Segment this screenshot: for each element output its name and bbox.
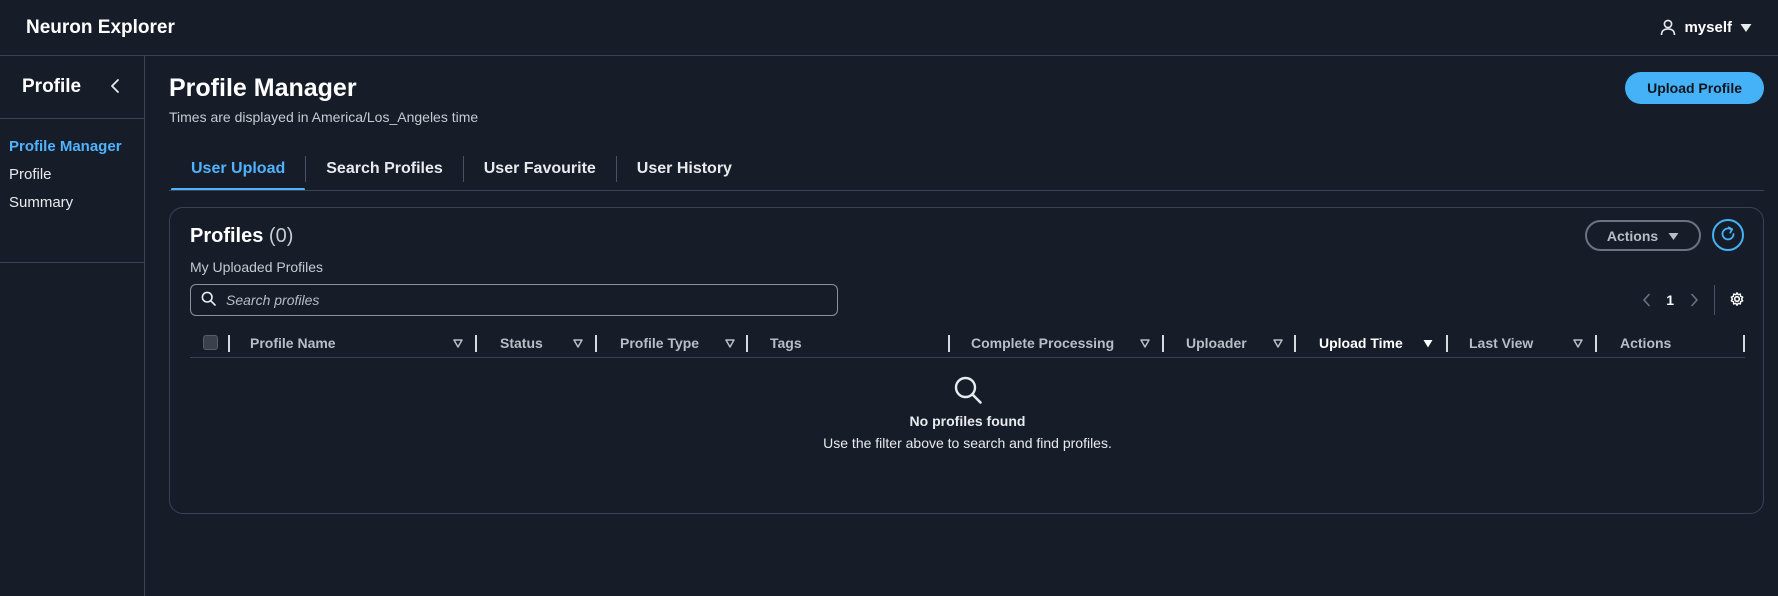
sidebar: Profile Profile Manager Profile Summary	[0, 56, 145, 596]
timezone-note: Times are displayed in America/Los_Angel…	[169, 109, 479, 125]
sort-icon[interactable]	[1273, 328, 1283, 358]
collapse-sidebar-icon[interactable]	[110, 78, 120, 97]
search-icon	[170, 375, 1765, 405]
column-header-actions: Actions	[1620, 328, 1671, 358]
refresh-button[interactable]	[1712, 219, 1744, 251]
gear-icon	[1729, 291, 1745, 310]
column-header-profile-name[interactable]: Profile Name	[250, 328, 336, 358]
pagination: 1	[1634, 285, 1749, 315]
sort-icon[interactable]	[1140, 328, 1150, 358]
search-field[interactable]	[190, 284, 838, 316]
page-title: Profile Manager	[169, 74, 357, 102]
column-header-complete-processing[interactable]: Complete Processing	[971, 328, 1114, 358]
search-icon	[201, 291, 216, 309]
sidebar-title: Profile	[22, 76, 82, 97]
user-menu[interactable]: myself	[1660, 19, 1752, 36]
column-header-tags[interactable]: Tags	[770, 328, 802, 358]
sort-icon[interactable]	[573, 328, 583, 358]
caret-down-icon	[1668, 228, 1679, 244]
profiles-count: (0)	[268, 225, 294, 247]
column-divider	[1446, 335, 1448, 352]
column-label: Actions	[1620, 335, 1672, 351]
select-all-checkbox[interactable]	[203, 335, 218, 350]
column-divider	[1294, 335, 1296, 352]
tab-user-upload[interactable]: User Upload	[171, 149, 306, 191]
search-input[interactable]	[226, 292, 826, 308]
sidebar-item-profile-manager[interactable]: Profile Manager	[9, 133, 144, 161]
column-divider	[1595, 335, 1597, 352]
table-settings-button[interactable]	[1725, 288, 1749, 312]
column-divider	[1743, 335, 1745, 352]
tab-user-favourite[interactable]: User Favourite	[464, 149, 616, 189]
column-label: Tags	[770, 335, 802, 351]
actions-dropdown-button[interactable]: Actions	[1585, 220, 1701, 251]
refresh-icon	[1719, 225, 1737, 246]
sidebar-header: Profile	[0, 56, 144, 119]
column-label: Profile Type	[620, 335, 700, 351]
column-label: Profile Name	[250, 335, 336, 351]
sidebar-nav: Profile Manager Profile Summary	[0, 119, 144, 263]
sort-desc-icon[interactable]	[1423, 328, 1433, 358]
profiles-subtitle: My Uploaded Profiles	[190, 259, 324, 275]
app-title: Neuron Explorer	[26, 16, 175, 38]
profiles-panel: Profiles (0) My Uploaded Profiles Action…	[169, 207, 1764, 514]
column-label: Uploader	[1186, 335, 1247, 351]
current-page-number[interactable]: 1	[1658, 292, 1682, 308]
sort-icon[interactable]	[453, 328, 463, 358]
profiles-title: Profiles	[190, 225, 264, 247]
user-icon	[1660, 19, 1676, 36]
column-divider	[595, 335, 597, 352]
column-divider	[475, 335, 477, 352]
previous-page-button[interactable]	[1634, 288, 1658, 312]
tabs-underline	[169, 190, 1764, 191]
column-header-uploader[interactable]: Uploader	[1186, 328, 1247, 358]
profiles-heading: Profiles (0)	[190, 225, 293, 248]
top-bar: Neuron Explorer myself	[0, 0, 1778, 56]
sort-icon[interactable]	[1573, 328, 1583, 358]
empty-state: No profiles found Use the filter above t…	[170, 375, 1765, 451]
upload-profile-button[interactable]: Upload Profile	[1625, 72, 1764, 104]
column-header-status[interactable]: Status	[500, 328, 543, 358]
tab-user-history[interactable]: User History	[617, 149, 752, 189]
column-divider	[948, 335, 950, 352]
column-divider	[746, 335, 748, 352]
column-header-upload-time[interactable]: Upload Time	[1319, 328, 1403, 358]
column-label: Last View	[1469, 335, 1534, 351]
sidebar-item-summary[interactable]: Summary	[9, 189, 144, 217]
tab-search-profiles[interactable]: Search Profiles	[306, 149, 463, 189]
column-header-last-view[interactable]: Last View	[1469, 328, 1533, 358]
table-header: Profile Name Status Profile Type Tags Co…	[190, 328, 1745, 358]
pager-divider	[1714, 285, 1715, 315]
column-divider	[228, 335, 230, 352]
sidebar-item-profile[interactable]: Profile	[9, 161, 144, 189]
empty-state-title: No profiles found	[909, 413, 1026, 429]
column-header-profile-type[interactable]: Profile Type	[620, 328, 699, 358]
column-label: Complete Processing	[971, 335, 1115, 351]
column-label: Status	[500, 335, 543, 351]
sort-icon[interactable]	[725, 328, 735, 358]
actions-label: Actions	[1606, 227, 1659, 244]
empty-state-message: Use the filter above to search and find …	[823, 435, 1112, 451]
user-name: myself	[1684, 19, 1732, 36]
next-page-button[interactable]	[1682, 288, 1706, 312]
column-divider	[1162, 335, 1164, 352]
column-label: Upload Time	[1319, 335, 1403, 351]
caret-down-icon	[1740, 23, 1752, 33]
